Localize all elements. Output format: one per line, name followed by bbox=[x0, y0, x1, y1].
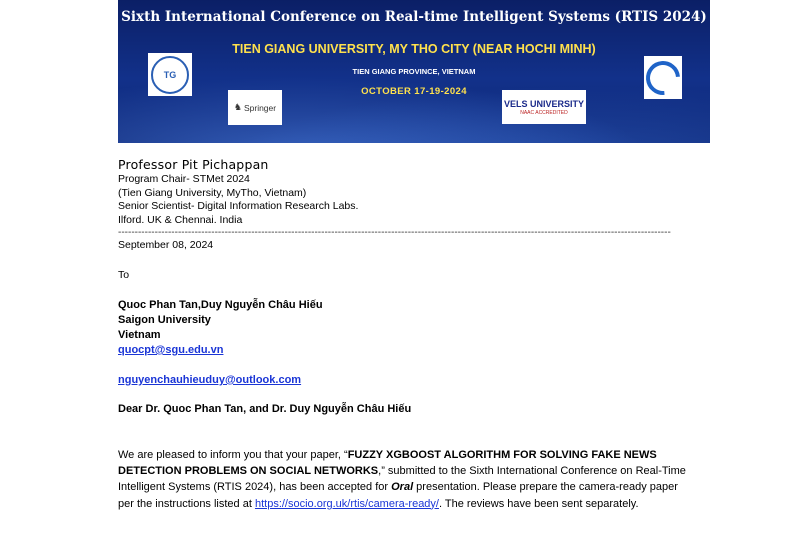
letter-date: September 08, 2024 bbox=[118, 239, 214, 251]
recipient-country: Vietnam bbox=[118, 329, 161, 341]
vels-university-logo: VELS UNIVERSITY NAAC ACCREDITED bbox=[502, 90, 586, 124]
sender-line-2: (Tien Giang University, MyTho, Vietnam) bbox=[118, 186, 307, 199]
vels-logo-text: VELS UNIVERSITY bbox=[503, 98, 584, 109]
camera-ready-link[interactable]: https://socio.org.uk/rtis/camera-ready/ bbox=[255, 498, 439, 510]
letter-content: Professor Pit Pichappan Program Chair- S… bbox=[118, 156, 698, 512]
tien-giang-university-logo: TG bbox=[148, 53, 192, 96]
banner-title: Sixth International Conference on Real-t… bbox=[121, 9, 707, 25]
recipient-email-2[interactable]: nguyenchauhieuduy@outlook.com bbox=[118, 374, 301, 386]
sender-line-4: Ilford. UK & Chennai. India bbox=[118, 213, 243, 226]
sender-line-3: Senior Scientist- Digital Information Re… bbox=[118, 200, 359, 212]
tgu-logo-text: TG bbox=[163, 69, 177, 80]
paragraph-end: . The reviews have been sent separately. bbox=[438, 497, 639, 510]
separator-line: ----------------------------------------… bbox=[118, 227, 671, 238]
salutation: Dear Dr. Quoc Phan Tan, and Dr. Duy Nguy… bbox=[118, 403, 412, 415]
recipient-university: Saigon University bbox=[118, 314, 211, 326]
acceptance-paragraph: We are pleased to inform you that your p… bbox=[118, 447, 690, 512]
sender-name: Professor Pit Pichappan bbox=[118, 157, 269, 172]
banner-dates: OCTOBER 17-19-2024 bbox=[361, 86, 467, 97]
rtis-swirl-logo bbox=[639, 53, 687, 102]
to-label: To bbox=[118, 268, 130, 281]
presentation-type: Oral bbox=[391, 481, 414, 494]
paragraph-intro: We are pleased to inform you that your p… bbox=[118, 449, 348, 461]
vels-logo-subtext: NAAC ACCREDITED bbox=[520, 109, 568, 116]
springer-logo-text: Springer bbox=[243, 102, 277, 113]
recipient-email-1[interactable]: quocpt@sgu.edu.vn bbox=[118, 344, 223, 356]
springer-horse-icon: ♞ bbox=[233, 102, 242, 112]
conference-banner: Sixth International Conference on Real-t… bbox=[118, 0, 710, 143]
swirl-icon bbox=[639, 53, 687, 102]
springer-logo: ♞ Springer bbox=[228, 90, 282, 125]
banner-venue: TIEN GIANG UNIVERSITY, MY THO CITY (NEAR… bbox=[232, 42, 596, 56]
banner-province: TIEN GIANG PROVINCE, VIETNAM bbox=[352, 67, 476, 76]
sender-line-1: Program Chair- STMet 2024 bbox=[118, 173, 250, 185]
recipient-names: Quoc Phan Tan,Duy Nguyễn Châu Hiếu bbox=[118, 299, 323, 311]
